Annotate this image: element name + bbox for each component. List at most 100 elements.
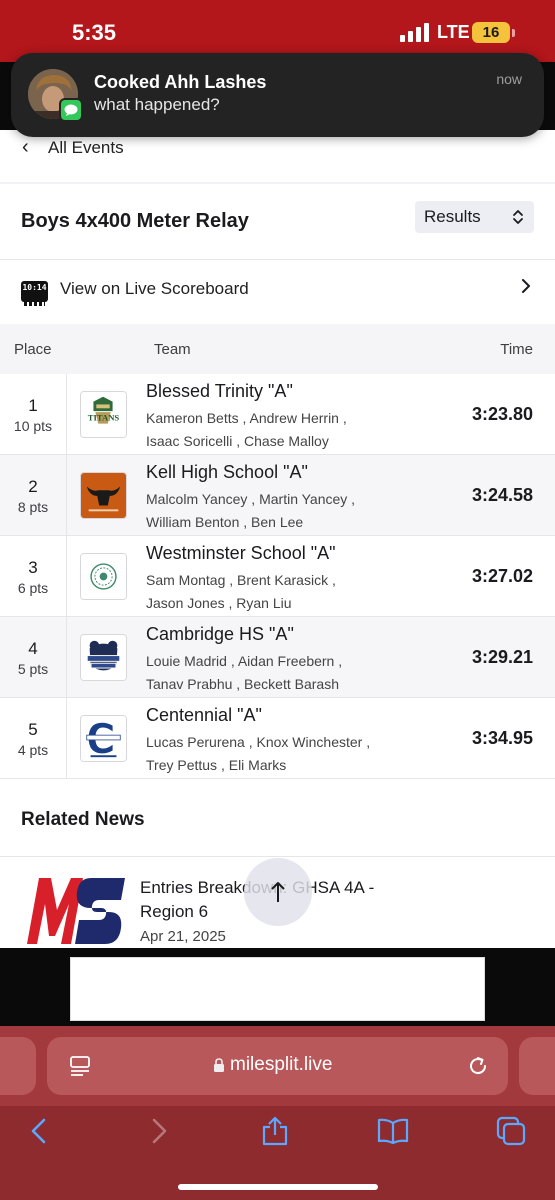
finish-time: 3:23.80 (471, 404, 533, 424)
athlete-list: Sam Montag , Brent Karasick , Jason Jone… (146, 569, 436, 615)
scoreboard-icon: 10:14 (21, 281, 48, 306)
url-text: milesplit.live (230, 1054, 333, 1075)
place-points: 5 pts (17, 661, 49, 677)
team-name[interactable]: Blessed Trinity "A" (146, 381, 293, 402)
place-number: 5 (28, 720, 38, 739)
athlete-list: Lucas Perurena , Knox Winchester , Trey … (146, 731, 436, 777)
back-link[interactable]: All Events (48, 138, 124, 158)
address-bar-area: milesplit.live (0, 1026, 555, 1106)
finish-time: 3:27.02 (471, 566, 533, 586)
athlete-list: Kameron Betts , Andrew Herrin , Isaac So… (146, 407, 436, 453)
forward-arrow-icon[interactable] (142, 1115, 174, 1147)
place-cell: 3 6 pts (0, 536, 67, 617)
previous-tab-preview[interactable] (0, 1037, 36, 1095)
table-row[interactable]: 2 8 pts Kell High School "A" Malcolm Yan… (0, 455, 555, 536)
live-scoreboard-label: View on Live Scoreboard (60, 279, 249, 298)
titans-logo: TITANS (80, 391, 127, 438)
news-date: Apr 21, 2025 (140, 928, 226, 945)
address-bar[interactable]: milesplit.live (47, 1037, 508, 1095)
place-number: 2 (28, 477, 38, 496)
svg-text:TITANS: TITANS (88, 413, 120, 423)
centennial-logo (80, 715, 127, 762)
athletes-line[interactable]: Sam Montag , Brent Karasick , (146, 569, 436, 592)
table-row[interactable]: 5 4 pts Centennial "A" Lucas Perurena , … (0, 698, 555, 779)
notification-time: now (496, 71, 522, 87)
athletes-line[interactable]: Lucas Perurena , Knox Winchester , (146, 731, 436, 754)
athletes-line[interactable]: Malcolm Yancey , Martin Yancey , (146, 488, 436, 511)
arrow-up-icon (271, 882, 285, 902)
athletes-line[interactable]: Louie Madrid , Aidan Freebern , (146, 650, 436, 673)
browser-bottom-bar: milesplit.live (0, 1026, 555, 1200)
finish-time: 3:29.21 (471, 647, 533, 667)
header-team: Team (154, 341, 191, 358)
place-cell: 1 10 pts (0, 374, 67, 455)
live-scoreboard-link[interactable]: 10:14 View on Live Scoreboard (0, 259, 555, 323)
athlete-list: Malcolm Yancey , Martin Yancey , William… (146, 488, 436, 534)
results-table: 1 10 pts TITANS Blessed Trinity "A" Kame… (0, 374, 555, 779)
share-icon[interactable] (259, 1115, 291, 1147)
scroll-to-top-button[interactable] (244, 858, 312, 926)
westminster-seal-logo (80, 553, 127, 600)
table-row[interactable]: 4 5 pts Cambridge HS "A" Louie Madrid , … (0, 617, 555, 698)
message-notification[interactable]: Cooked Ahh Lashes what happened? now (11, 53, 544, 137)
table-row[interactable]: 1 10 pts TITANS Blessed Trinity "A" Kame… (0, 374, 555, 455)
related-news-heading: Related News (21, 809, 145, 830)
battery-icon: 16 (472, 22, 510, 43)
longhorn-logo (80, 472, 127, 519)
tabs-icon[interactable] (495, 1115, 527, 1147)
results-dropdown-value: Results (424, 207, 481, 226)
place-cell: 4 5 pts (0, 617, 67, 698)
athletes-line[interactable]: Isaac Soricelli , Chase Malloy (146, 430, 436, 453)
athletes-line[interactable]: Jason Jones , Ryan Liu (146, 592, 436, 615)
team-name[interactable]: Kell High School "A" (146, 462, 308, 483)
place-points: 10 pts (13, 418, 53, 434)
chevron-left-icon[interactable]: ‹ (22, 136, 29, 159)
event-title: Boys 4x400 Meter Relay (21, 210, 249, 232)
lock-icon (214, 1058, 224, 1072)
finish-time: 3:24.58 (471, 485, 533, 505)
messages-icon (59, 98, 83, 122)
place-number: 1 (28, 396, 38, 415)
place-points: 8 pts (17, 499, 49, 515)
place-number: 3 (28, 558, 38, 577)
athletes-line[interactable]: William Benton , Ben Lee (146, 511, 436, 534)
notification-message: what happened? (94, 95, 220, 114)
team-name[interactable]: Westminster School "A" (146, 543, 336, 564)
bookmarks-icon[interactable] (377, 1115, 409, 1147)
milesplit-logo[interactable] (21, 876, 126, 944)
header-time: Time (500, 341, 533, 358)
chevron-updown-icon (513, 210, 523, 224)
place-number: 4 (28, 639, 38, 658)
athletes-line[interactable]: Tanav Prabhu , Beckett Barash (146, 673, 436, 696)
notification-sender: Cooked Ahh Lashes (94, 72, 267, 92)
chevron-right-icon (522, 279, 530, 293)
place-points: 4 pts (17, 742, 49, 758)
athletes-line[interactable]: Trey Pettus , Eli Marks (146, 754, 436, 777)
home-indicator (178, 1184, 378, 1190)
cambridge-bears-logo (80, 634, 127, 681)
status-time: 5:35 (72, 20, 117, 45)
athlete-list: Louie Madrid , Aidan Freebern , Tanav Pr… (146, 650, 436, 696)
athletes-line[interactable]: Kameron Betts , Andrew Herrin , (146, 407, 436, 430)
next-tab-preview[interactable] (519, 1037, 555, 1095)
header-place: Place (14, 341, 52, 358)
results-dropdown[interactable]: Results (415, 201, 534, 233)
place-cell: 5 4 pts (0, 698, 67, 779)
results-table-header: Place Team Time (0, 324, 555, 374)
ad-banner (0, 948, 555, 1026)
place-points: 6 pts (17, 580, 49, 596)
ad-slot[interactable] (70, 957, 485, 1021)
related-news-section: Related News Entries Breakdown: GHSA 4A … (0, 786, 555, 948)
battery-tip (512, 29, 515, 37)
divider (0, 856, 555, 857)
signal-icon (400, 22, 429, 42)
page-menu-icon[interactable] (69, 1055, 91, 1077)
finish-time: 3:34.95 (471, 728, 533, 748)
team-name[interactable]: Centennial "A" (146, 705, 262, 726)
reload-icon[interactable] (466, 1054, 490, 1078)
place-cell: 2 8 pts (0, 455, 67, 536)
table-row[interactable]: 3 6 pts Westminster School "A" Sam Monta… (0, 536, 555, 617)
team-name[interactable]: Cambridge HS "A" (146, 624, 294, 645)
network-type: LTE (437, 22, 470, 42)
back-arrow-icon[interactable] (24, 1115, 56, 1147)
